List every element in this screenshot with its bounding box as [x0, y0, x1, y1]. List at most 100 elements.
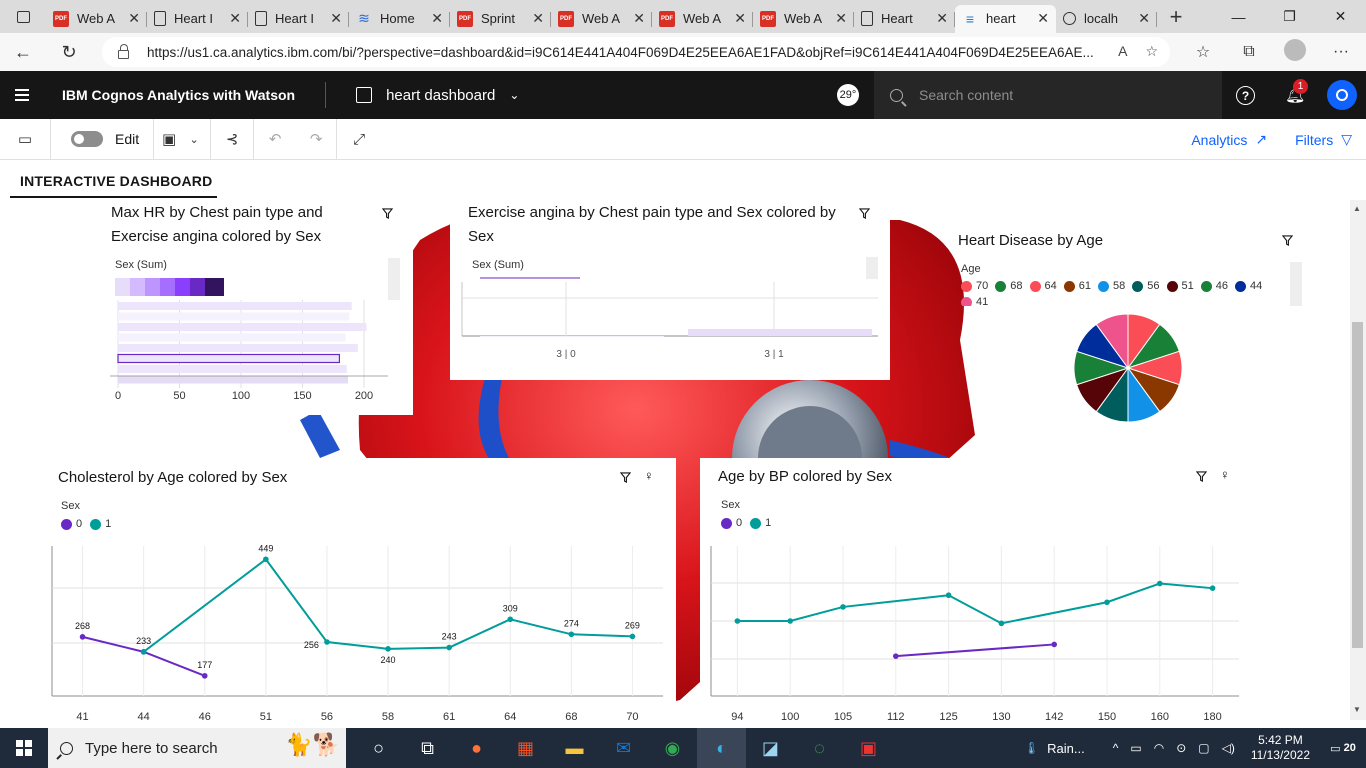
widget-exercise-angina[interactable]: Exercise angina by Chest pain type and S… — [450, 200, 890, 380]
minimize-icon[interactable]: — — [1213, 0, 1264, 33]
help-icon[interactable]: ? — [1236, 86, 1255, 105]
widget-cholesterol[interactable]: Cholesterol by Age colored by Sex ♀ Sex … — [0, 458, 676, 720]
clock[interactable]: 5:42 PM 11/13/2022 — [1251, 733, 1310, 763]
weather-text[interactable]: Rain... — [1047, 741, 1085, 756]
volume-icon[interactable]: ◁) — [1222, 741, 1235, 755]
browser-tab[interactable]: Heart I ✕ — [248, 5, 349, 33]
filter-icon[interactable] — [382, 208, 393, 219]
favorites-icon[interactable]: ☆ — [1180, 42, 1226, 62]
back-icon[interactable]: ← — [0, 42, 46, 63]
tab-close-icon[interactable]: ✕ — [835, 10, 847, 27]
tab-interactive-dashboard[interactable]: INTERACTIVE DASHBOARD — [10, 160, 217, 198]
legend-item[interactable]: 0 — [721, 517, 742, 529]
redo-icon[interactable]: ↷ — [296, 130, 336, 148]
scroll-down-icon[interactable]: ▼ — [1353, 705, 1361, 714]
red-app-icon[interactable]: ▣ — [844, 728, 893, 768]
collections-icon[interactable]: ⧉ — [1226, 43, 1272, 61]
legend-scrollbar[interactable] — [388, 258, 400, 300]
tab-close-icon[interactable]: ✕ — [1037, 10, 1049, 27]
analytics-button[interactable]: Analytics ↗ — [1177, 131, 1281, 148]
green-app-icon[interactable]: ◌ — [795, 728, 844, 768]
legend-item[interactable]: 56 — [1132, 280, 1160, 292]
tab-close-icon[interactable]: ✕ — [734, 10, 746, 27]
widget-max-hr[interactable]: Max HR by Chest pain type and Exercise a… — [100, 200, 413, 415]
legend-item[interactable]: 0 — [61, 518, 82, 530]
tab-close-icon[interactable]: ✕ — [936, 10, 948, 27]
insight-bulb-icon[interactable]: ♀ — [644, 468, 654, 483]
legend-scrollbar[interactable] — [1290, 262, 1302, 306]
browser-tab[interactable]: Heart ✕ — [854, 5, 955, 33]
wifi-icon[interactable]: ◠ — [1154, 741, 1164, 755]
legend-item[interactable]: 64 — [1029, 280, 1057, 292]
legend-item[interactable]: 58 — [1098, 280, 1125, 292]
url-field[interactable]: https://us1.ca.analytics.ibm.com/bi/?per… — [102, 37, 1170, 67]
more-icon[interactable]: ··· — [1318, 43, 1364, 61]
browser-tab[interactable]: PDF Web A ✕ — [753, 5, 854, 33]
browser-tab[interactable]: PDF Web A ✕ — [551, 5, 652, 33]
legend-item[interactable]: 44 — [1235, 280, 1262, 292]
store-icon[interactable]: ▦ — [501, 728, 550, 768]
legend-item[interactable]: 46 — [1200, 280, 1228, 292]
tab-close-icon[interactable]: ✕ — [532, 10, 544, 27]
canvas-scrollbar[interactable]: ▲ ▼ — [1350, 200, 1366, 720]
start-button[interactable] — [0, 740, 48, 756]
refresh-icon[interactable]: ↻ — [46, 42, 92, 63]
browser-tab[interactable]: PDF Sprint ✕ — [450, 5, 551, 33]
mail-icon[interactable]: ✉ — [599, 728, 648, 768]
comment-icon[interactable]: ▭ — [0, 130, 50, 148]
filter-icon[interactable] — [1196, 471, 1207, 482]
file-explorer-icon[interactable]: ▬ — [550, 728, 599, 768]
browser-tab[interactable]: PDF Web A ✕ — [652, 5, 753, 33]
notification-center-icon[interactable]: ▭ 20 — [1328, 736, 1358, 760]
taskbar-search[interactable]: Type here to search 🐈🐕 — [48, 728, 346, 768]
notes-app-icon[interactable]: ◪ — [746, 728, 795, 768]
profile-avatar[interactable] — [1272, 38, 1318, 66]
browser-tab[interactable]: localh ✕ — [1056, 5, 1157, 33]
tab-actions-menu[interactable] — [0, 0, 46, 33]
close-window-icon[interactable]: ✕ — [1315, 0, 1366, 33]
widget-heart-disease-age[interactable]: Heart Disease by Age Age 70 68 64 61 58 56 51 4… — [940, 220, 1310, 430]
chrome-icon[interactable]: ◉ — [648, 728, 697, 768]
chevron-down-icon[interactable]: ⌄ — [509, 88, 519, 102]
save-icon[interactable]: ▣ — [154, 130, 184, 148]
tab-close-icon[interactable]: ✕ — [633, 10, 645, 27]
user-menu-button[interactable] — [1318, 71, 1366, 119]
restore-icon[interactable]: ❐ — [1264, 0, 1315, 33]
camera-icon[interactable]: ⊙ — [1176, 741, 1186, 755]
filters-button[interactable]: Filters ▽ — [1281, 131, 1366, 148]
filter-icon[interactable] — [1282, 235, 1293, 246]
legend-scrollbar[interactable] — [866, 257, 878, 279]
add-favorite-icon[interactable]: ☆ — [1145, 43, 1158, 60]
legend-item[interactable]: 70 — [961, 280, 988, 292]
legend-item[interactable]: 1 — [90, 518, 111, 530]
dashboard-name[interactable]: heart dashboard — [386, 87, 495, 104]
legend-item[interactable]: 61 — [1063, 280, 1091, 292]
read-aloud-icon[interactable]: A — [1118, 43, 1127, 60]
browser-tab[interactable]: Heart I ✕ — [147, 5, 248, 33]
battery-icon[interactable]: ▭ — [1130, 741, 1141, 755]
insight-bulb-icon[interactable]: ♀ — [1220, 467, 1230, 482]
scrollbar-thumb[interactable] — [1352, 322, 1363, 648]
edit-toggle[interactable] — [71, 131, 103, 147]
tray-chevron-icon[interactable]: ^ — [1113, 741, 1119, 755]
display-icon[interactable]: ▢ — [1198, 741, 1209, 755]
share-icon[interactable]: ⊰ — [211, 130, 253, 148]
tab-close-icon[interactable]: ✕ — [229, 10, 241, 27]
browser-tab[interactable]: ≡ heart ✕ — [955, 4, 1056, 33]
hamburger-menu-icon[interactable] — [0, 89, 44, 101]
undo-icon[interactable]: ↶ — [254, 130, 296, 148]
widget-age-by-bp[interactable]: Age by BP colored by Sex ♀ Sex 01 94 100 1… — [700, 458, 1350, 720]
save-chevron-icon[interactable]: ⌄ — [184, 133, 204, 146]
edge-icon[interactable]: ◐ — [697, 728, 746, 768]
firefox-icon[interactable]: ● — [452, 728, 501, 768]
search-input[interactable] — [919, 87, 1199, 103]
filter-icon[interactable] — [620, 472, 631, 483]
browser-tab[interactable]: PDF Web A ✕ — [46, 5, 147, 33]
tab-close-icon[interactable]: ✕ — [128, 10, 140, 27]
cortana-icon[interactable]: ○ — [354, 728, 403, 768]
tab-close-icon[interactable]: ✕ — [431, 10, 443, 27]
tab-close-icon[interactable]: ✕ — [1138, 10, 1150, 27]
new-tab-button[interactable]: + — [1161, 4, 1191, 30]
legend-item[interactable]: 41 — [961, 296, 988, 306]
browser-tab[interactable]: ≋ Home ✕ — [349, 5, 450, 33]
